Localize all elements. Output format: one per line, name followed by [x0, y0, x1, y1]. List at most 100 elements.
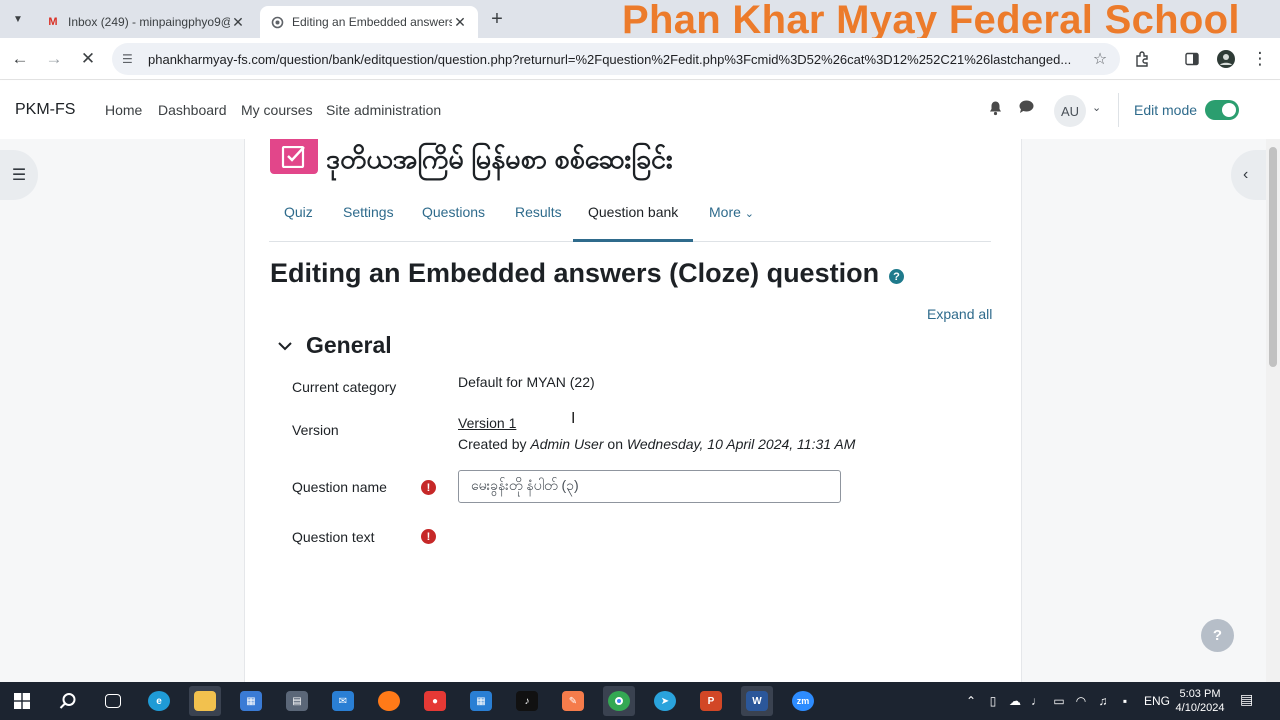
edge-icon[interactable]: e [143, 686, 175, 716]
current-category-label: Current category [292, 379, 397, 395]
forward-arrow-icon[interactable]: → [42, 47, 66, 71]
microphone-icon[interactable]: ♩ [1026, 694, 1048, 708]
powerpoint-icon[interactable]: P [695, 686, 727, 716]
chevron-left-icon: ‹ [1243, 166, 1249, 183]
battery-icon[interactable]: ▭ [1048, 694, 1070, 708]
active-tab-indicator [573, 239, 693, 242]
nav-link-home[interactable]: Home [105, 102, 142, 118]
windows-taskbar: e ▦ ▤ ✉ ● ▦ ♪ ✎ ➤ P W zm ⌃ ▯ ☁ ♩ ▭ ◠ ♫ ▪… [0, 682, 1280, 720]
main-content-card [244, 139, 1022, 682]
version-label: Version [292, 422, 339, 438]
clock-date: 4/10/2024 [1175, 702, 1225, 714]
help-icon[interactable]: ? [889, 269, 904, 284]
tab-question-bank[interactable]: Question bank [588, 204, 678, 220]
wifi-icon[interactable]: ◠ [1070, 694, 1092, 708]
expand-all-link[interactable]: Expand all [927, 306, 992, 322]
question-name-input[interactable]: မေးခွန်းတို နံပါတ် (၃) [458, 470, 841, 503]
new-tab-button[interactable]: + [486, 7, 508, 31]
section-title-general[interactable]: General [306, 332, 392, 359]
clock-time: 5:03 PM [1179, 688, 1221, 700]
kebab-menu-icon[interactable]: ⋮ [1248, 47, 1272, 71]
chevron-down-icon[interactable]: ⌄ [1092, 101, 1101, 114]
tab-more-label: More [709, 204, 741, 220]
back-arrow-icon[interactable]: ← [8, 47, 32, 71]
tab-results[interactable]: Results [515, 204, 562, 220]
nav-link-dashboard[interactable]: Dashboard [158, 102, 227, 118]
tab-search-chevron-icon[interactable]: ▼ [6, 8, 30, 30]
browser-toolbar: ← → ✕ ☰ phankharmyay-fs.com/question/ban… [0, 38, 1280, 80]
messages-chat-icon[interactable] [1018, 99, 1035, 119]
cloud-icon[interactable]: ☁ [1004, 694, 1026, 708]
bookmark-star-icon[interactable]: ☆ [1090, 49, 1110, 69]
user-avatar[interactable]: AU [1054, 95, 1086, 127]
quiz-activity-icon [270, 139, 318, 174]
notification-bell-icon[interactable] [988, 100, 1003, 120]
required-icon: ! [421, 529, 436, 544]
chevron-down-icon[interactable] [276, 334, 294, 358]
mail-icon[interactable]: ✉ [327, 686, 359, 716]
required-icon: ! [421, 480, 436, 495]
windows-start-icon[interactable] [6, 686, 38, 716]
stop-loading-icon[interactable]: ✕ [76, 47, 100, 71]
screen-recorder-icon[interactable]: ● [419, 686, 451, 716]
chrome-icon[interactable] [603, 686, 635, 716]
task-view-icon[interactable] [97, 686, 129, 716]
site-navbar: PKM-FS Home Dashboard My courses Site ad… [0, 81, 1280, 139]
moodle-icon [270, 15, 284, 29]
language-app-icon[interactable]: ▪ [1114, 694, 1136, 708]
word-icon[interactable]: W [741, 686, 773, 716]
created-user: Admin User [530, 436, 604, 452]
tab-title: Inbox (249) - minpaingphyo9@ [68, 15, 230, 29]
device-icon[interactable]: ▯ [982, 694, 1004, 708]
browser-tab-strip: ▼ M Inbox (249) - minpaingphyo9@ ✕ Editi… [0, 0, 1280, 42]
quiz-title: ဒုတိယအကြိမ် မြန်မစာ စစ်ဆေးခြင်း [326, 144, 673, 174]
chevron-up-icon[interactable]: ⌃ [960, 694, 982, 708]
edit-mode-toggle[interactable] [1205, 100, 1239, 120]
side-panel-icon[interactable] [1180, 47, 1204, 71]
close-icon[interactable]: ✕ [230, 14, 246, 31]
help-footer-button[interactable]: ? [1201, 619, 1234, 652]
volume-icon[interactable]: ♫ [1092, 694, 1114, 708]
current-category-value: Default for MYAN (22) [458, 374, 595, 390]
system-tray: ⌃ ▯ ☁ ♩ ▭ ◠ ♫ ▪ ENG [960, 682, 1170, 720]
nav-link-site-administration[interactable]: Site administration [326, 102, 441, 118]
tiktok-icon[interactable]: ♪ [511, 686, 543, 716]
created-prefix: Created by [458, 436, 531, 452]
page-scrollbar[interactable] [1266, 139, 1280, 682]
search-icon[interactable] [52, 686, 84, 716]
browser-tab-gmail[interactable]: M Inbox (249) - minpaingphyo9@ ✕ [36, 6, 256, 38]
editor-app-icon[interactable]: ✎ [557, 686, 589, 716]
calculator-icon[interactable]: ▤ [281, 686, 313, 716]
url-text: phankharmyay-fs.com/question/bank/editqu… [148, 51, 1072, 67]
store-icon[interactable]: ▦ [235, 686, 267, 716]
close-icon[interactable]: ✕ [452, 14, 468, 31]
gmail-icon: M [48, 16, 58, 28]
nav-link-my-courses[interactable]: My courses [241, 102, 313, 118]
calendar-icon[interactable]: ▦ [465, 686, 497, 716]
watermark-text: Phan Khar Myay Federal School [622, 0, 1240, 42]
input-language[interactable]: ENG [1144, 694, 1170, 708]
notification-center-icon[interactable]: ▤ [1240, 691, 1253, 708]
tab-more[interactable]: More ⌄ [709, 204, 754, 220]
zoom-icon[interactable]: zm [787, 686, 819, 716]
scrollbar-thumb[interactable] [1269, 147, 1277, 367]
telegram-icon[interactable]: ➤ [649, 686, 681, 716]
file-explorer-icon[interactable] [189, 686, 221, 716]
chevron-down-icon: ⌄ [744, 208, 755, 220]
version-link[interactable]: Version 1 [458, 415, 516, 431]
edit-mode-label: Edit mode [1134, 102, 1198, 118]
site-brand[interactable]: PKM-FS [15, 101, 75, 119]
profile-avatar-icon[interactable] [1214, 47, 1238, 71]
taskbar-clock[interactable]: 5:03 PM 4/10/2024 [1168, 687, 1232, 715]
tab-quiz[interactable]: Quiz [284, 204, 313, 220]
page-title: Editing an Embedded answers (Cloze) ques… [270, 258, 880, 288]
extensions-icon[interactable] [1130, 47, 1154, 71]
browser-tab-active[interactable]: Editing an Embedded answers ( ✕ [260, 6, 478, 38]
firefox-icon[interactable] [373, 686, 405, 716]
site-info-icon[interactable]: ☰ [122, 52, 142, 66]
address-bar[interactable]: ☰ phankharmyay-fs.com/question/bank/edit… [112, 43, 1120, 75]
created-date: Wednesday, 10 April 2024, 11:31 AM [626, 436, 856, 452]
tab-settings[interactable]: Settings [343, 204, 394, 220]
question-name-label: Question name [292, 479, 387, 495]
tab-questions[interactable]: Questions [422, 204, 485, 220]
